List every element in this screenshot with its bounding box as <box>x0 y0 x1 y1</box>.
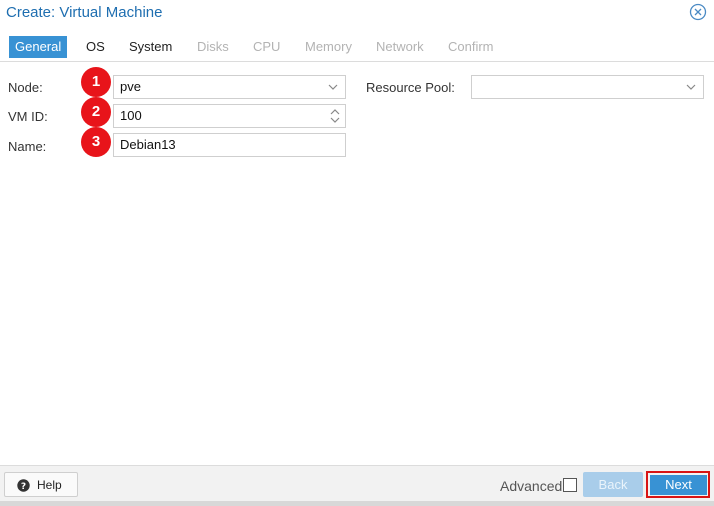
close-icon[interactable] <box>689 3 707 21</box>
tab-network[interactable]: Network <box>370 36 430 58</box>
next-button[interactable]: Next <box>650 475 707 495</box>
node-value: pve <box>120 79 141 94</box>
help-button[interactable]: ? Help <box>4 472 78 497</box>
annotation-badge-3: 3 <box>81 127 111 157</box>
name-field[interactable] <box>113 133 346 157</box>
tab-disks[interactable]: Disks <box>191 36 235 58</box>
window-title: Create: Virtual Machine <box>6 4 163 21</box>
back-button[interactable]: Back <box>583 472 643 497</box>
advanced-checkbox[interactable] <box>563 478 577 492</box>
name-label: Name: <box>8 139 47 154</box>
tab-cpu[interactable]: CPU <box>247 36 286 58</box>
name-input[interactable] <box>120 134 345 156</box>
spinner-arrows-icon[interactable] <box>329 106 341 126</box>
wizard-tabbar: General OS System Disks CPU Memory Netwo… <box>0 32 714 62</box>
help-label: Help <box>37 478 62 492</box>
question-circle-icon: ? <box>17 479 30 492</box>
vmid-input[interactable] <box>120 105 345 127</box>
tab-memory[interactable]: Memory <box>299 36 358 58</box>
advanced-label: Advanced <box>500 478 563 494</box>
dialog-footer: ? Help Advanced Back Next <box>0 465 714 506</box>
window-bottom-edge <box>0 501 714 506</box>
node-label: Node: <box>8 80 43 95</box>
chevron-down-icon[interactable] <box>685 81 697 93</box>
svg-text:?: ? <box>21 482 26 492</box>
annotation-badge-2: 2 <box>81 97 111 127</box>
chevron-down-icon[interactable] <box>327 81 339 93</box>
tab-system[interactable]: System <box>123 36 178 58</box>
tab-os[interactable]: OS <box>80 36 111 58</box>
vmid-spinner[interactable] <box>113 104 346 128</box>
window-titlebar: Create: Virtual Machine <box>0 0 714 28</box>
node-select[interactable]: pve <box>113 75 346 99</box>
tab-confirm[interactable]: Confirm <box>442 36 500 58</box>
annotation-badge-1: 1 <box>81 67 111 97</box>
vmid-label: VM ID: <box>8 109 48 124</box>
resource-pool-label: Resource Pool: <box>366 80 455 95</box>
resource-pool-select[interactable] <box>471 75 704 99</box>
tab-general[interactable]: General <box>9 36 68 58</box>
